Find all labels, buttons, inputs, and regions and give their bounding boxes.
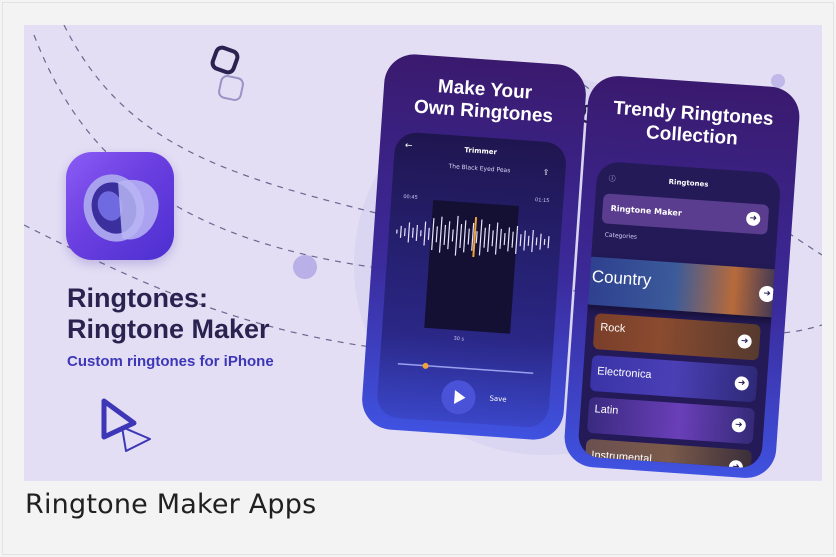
- app-subtitle: Custom ringtones for iPhone: [67, 353, 274, 370]
- time-start: 00:45: [403, 193, 418, 201]
- save-button[interactable]: Save: [489, 394, 507, 403]
- play-icon: [454, 390, 466, 405]
- rounded-squares-decoration: [210, 45, 244, 101]
- category-label: Rock: [599, 321, 626, 336]
- app-icon[interactable]: [66, 152, 174, 260]
- screen-title: Trimmer: [464, 146, 498, 157]
- play-button[interactable]: [440, 379, 477, 416]
- ringtone-maker-label: Ringtone Maker: [610, 203, 683, 218]
- ringtones-screen: ⓘ Ringtones Ringtone Maker ➜ Categories …: [577, 160, 782, 469]
- speaker-icon: [83, 174, 159, 242]
- category-instrumental[interactable]: Instrumental ➜: [583, 438, 753, 469]
- category-label: Latin: [594, 403, 619, 417]
- phone-mockup-trimmer: Make Your Own Ringtones ← Trimmer The Bl…: [360, 52, 588, 442]
- volume-slider[interactable]: [397, 360, 534, 377]
- category-label: Instrumental: [590, 449, 653, 466]
- app-title-line-2: Ringtone Maker: [67, 314, 270, 344]
- share-icon[interactable]: ⇪: [542, 168, 549, 177]
- track-name: The Black Eyed Peas: [448, 163, 511, 175]
- arrow-right-icon[interactable]: ➜: [731, 417, 747, 433]
- screen-title: Ringtones: [668, 177, 709, 189]
- arrow-right-icon[interactable]: ➜: [734, 375, 750, 391]
- card-caption[interactable]: Ringtone Maker Apps: [25, 489, 316, 520]
- promo-banner-image[interactable]: Ringtones: Ringtone Maker Custom rington…: [24, 25, 822, 481]
- app-title-line-1: Ringtones:: [67, 283, 208, 313]
- arrow-right-icon[interactable]: ➜: [737, 334, 753, 349]
- category-latin[interactable]: Latin ➜: [586, 396, 756, 445]
- category-label: Country: [591, 266, 652, 290]
- app-card[interactable]: Ringtones: Ringtone Maker Custom rington…: [2, 2, 834, 555]
- category-label: Electronica: [596, 365, 652, 382]
- play-logo-icon: [101, 398, 151, 452]
- ringtone-maker-row[interactable]: Ringtone Maker ➜: [601, 193, 770, 235]
- phone-left-headline: Make Your Own Ringtones: [382, 72, 587, 130]
- arrow-right-icon[interactable]: ➜: [728, 459, 744, 469]
- app-title-block: Ringtones: Ringtone Maker Custom rington…: [67, 283, 274, 370]
- selection-length: 30 s: [453, 335, 465, 343]
- phone-mockup-collection: Trendy Ringtones Collection ⓘ Ringtones …: [562, 74, 802, 480]
- time-end: 01:15: [534, 197, 550, 205]
- categories-label: Categories: [604, 231, 638, 241]
- arrow-right-icon[interactable]: ➜: [745, 211, 761, 227]
- arrow-right-icon[interactable]: ➜: [758, 285, 776, 303]
- trimmer-screen: ← Trimmer The Black Eyed Peas ⇪ 00:45 01…: [375, 131, 568, 429]
- waveform[interactable]: [392, 211, 558, 263]
- category-electronica[interactable]: Electronica ➜: [589, 354, 758, 403]
- phone-right-headline: Trendy Ringtones Collection: [585, 96, 800, 155]
- category-country[interactable]: Country ➜: [583, 256, 782, 319]
- category-rock[interactable]: Rock ➜: [592, 313, 761, 361]
